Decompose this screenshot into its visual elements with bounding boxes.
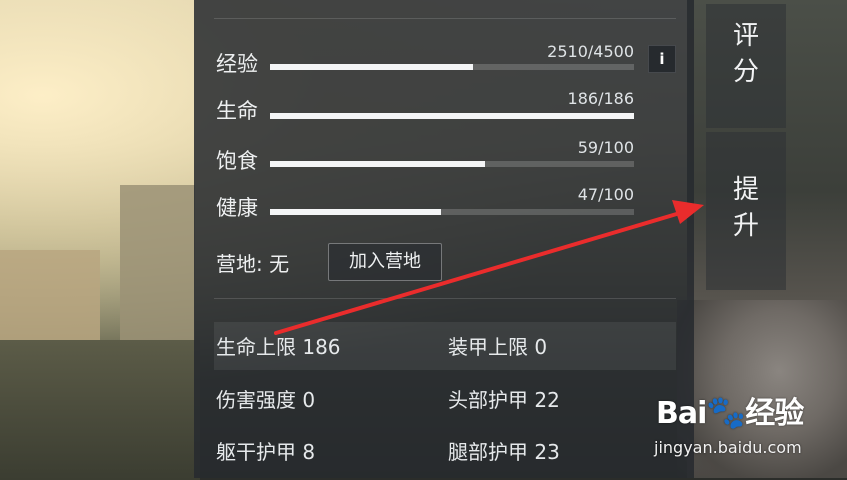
- arrow-shaft: [274, 211, 682, 335]
- watermark-brand: Bai🐾经验: [656, 388, 804, 432]
- arrow-head: [672, 200, 704, 224]
- watermark-brand-b: 经验: [745, 396, 804, 431]
- watermark-url: jingyan.baidu.com: [654, 438, 802, 457]
- watermark-brand-a: Bai: [656, 396, 707, 431]
- paw-icon: 🐾: [706, 393, 746, 431]
- baidu-watermark: Bai🐾经验 jingyan.baidu.com: [646, 380, 846, 480]
